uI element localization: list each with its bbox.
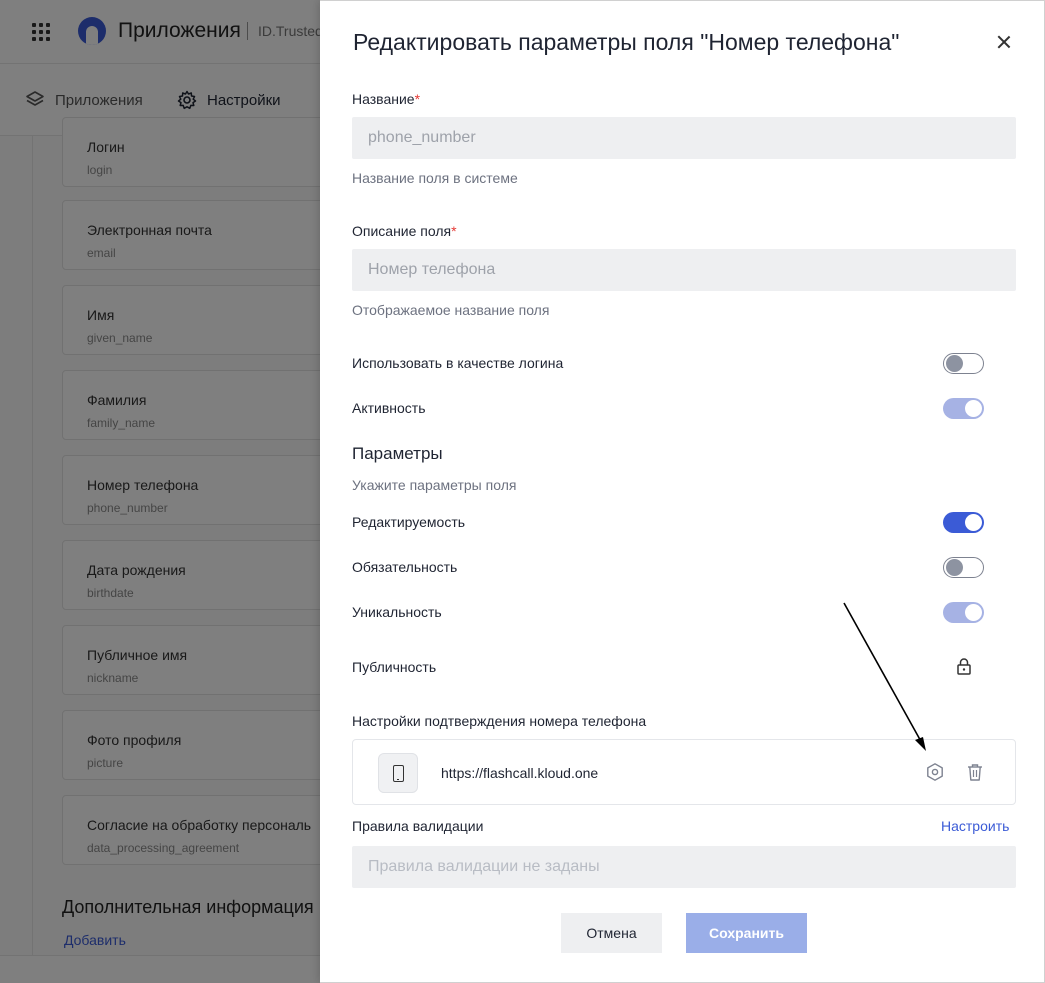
save-button[interactable]: Сохранить: [686, 913, 807, 953]
phone-icon: [378, 753, 418, 793]
activity-toggle[interactable]: [943, 398, 984, 419]
editable-toggle[interactable]: [943, 512, 984, 533]
phone-provider-card: https://flashcall.kloud.one: [352, 739, 1016, 805]
unique-label: Уникальность: [352, 604, 442, 620]
drawer-title: Редактировать параметры поля "Номер теле…: [353, 29, 900, 55]
required-label: Обязательность: [352, 559, 458, 575]
unique-toggle[interactable]: [943, 602, 984, 623]
params-hint: Укажите параметры поля: [352, 477, 517, 493]
required-mark: *: [451, 223, 457, 239]
params-title: Параметры: [352, 444, 443, 463]
close-button[interactable]: [993, 31, 1015, 53]
description-label-text: Описание поля: [352, 223, 452, 239]
edit-field-drawer: Редактировать параметры поля "Номер теле…: [320, 0, 1045, 983]
toggle-knob: [965, 400, 982, 417]
required-toggle[interactable]: [943, 557, 984, 578]
name-input-value: phone_number: [368, 129, 476, 146]
lock-icon: [957, 658, 971, 675]
trash-icon[interactable]: [965, 762, 985, 782]
phone-provider-url: https://flashcall.kloud.one: [441, 765, 599, 781]
name-hint: Название поля в системе: [352, 170, 518, 186]
description-label: Описание поля*: [352, 223, 457, 239]
validation-placeholder: Правила валидации не заданы: [368, 858, 600, 875]
toggle-knob: [946, 559, 963, 576]
toggle-knob: [965, 604, 982, 621]
required-mark: *: [414, 91, 421, 107]
editable-label: Редактируемость: [352, 514, 466, 530]
use-as-login-toggle[interactable]: [943, 353, 984, 374]
use-as-login-label: Использовать в качестве логина: [352, 355, 564, 371]
cancel-button[interactable]: Отмена: [561, 913, 662, 953]
public-label: Публичность: [352, 659, 437, 675]
validation-label: Правила валидации: [352, 818, 484, 834]
settings-hex-icon[interactable]: [925, 762, 945, 782]
validation-input[interactable]: Правила валидации не заданы: [352, 846, 1016, 888]
name-label-text: Название: [352, 91, 415, 107]
configure-link[interactable]: Настроить: [941, 818, 1009, 834]
description-input[interactable]: Номер телефона: [352, 249, 1016, 291]
name-input[interactable]: phone_number: [352, 117, 1016, 159]
name-label: Название*: [352, 91, 420, 107]
toggle-knob: [965, 514, 982, 531]
activity-label: Активность: [352, 400, 426, 416]
toggle-knob: [946, 355, 963, 372]
description-hint: Отображаемое название поля: [352, 302, 550, 318]
phone-confirm-label: Настройки подтверждения номера телефона: [352, 713, 647, 729]
description-input-value: Номер телефона: [368, 261, 496, 278]
